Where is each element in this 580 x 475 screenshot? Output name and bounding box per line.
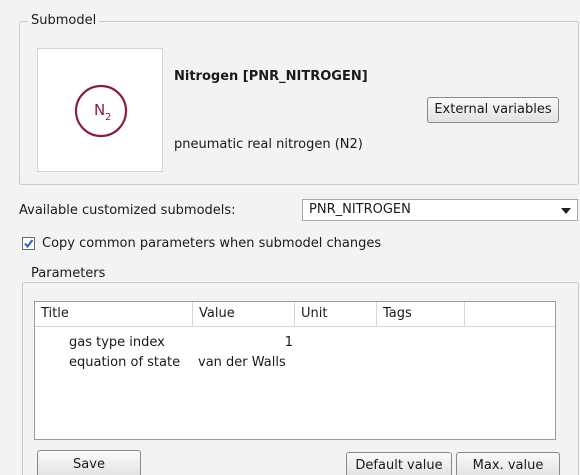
copy-params-checkbox[interactable]	[22, 237, 35, 250]
parameters-group-title: Parameters	[28, 266, 109, 282]
row-title: equation of state	[69, 355, 181, 370]
nitrogen-icon: N 2	[74, 84, 128, 138]
column-header-tags[interactable]: Tags	[377, 302, 465, 326]
submodel-dialog: Submodel N 2 Nitrogen [PNR_NITROGEN] pne…	[0, 0, 580, 475]
submodel-description: pneumatic real nitrogen (N2)	[174, 137, 363, 152]
customized-submodels-label: Available customized submodels:	[19, 203, 236, 218]
parameters-table-header: Title Value Unit Tags	[35, 302, 555, 327]
external-variables-button[interactable]: External variables	[427, 97, 559, 123]
max-value-button[interactable]: Max. value	[456, 452, 560, 475]
column-header-title[interactable]: Title	[35, 302, 193, 326]
default-value-button[interactable]: Default value	[346, 452, 452, 475]
parameters-table[interactable]: Title Value Unit Tags gas type index 1 e…	[34, 301, 556, 440]
copy-params-label: Copy common parameters when submodel cha…	[42, 236, 382, 251]
table-row[interactable]: gas type index 1	[35, 333, 555, 353]
icon-symbol: N	[94, 101, 105, 119]
submodel-icon-box: N 2	[37, 48, 163, 172]
checkmark-icon	[24, 239, 34, 249]
chevron-down-icon	[561, 208, 571, 214]
save-button[interactable]: Save	[37, 450, 141, 475]
row-value: 1	[284, 335, 293, 350]
table-row[interactable]: equation of state van der Walls	[35, 353, 555, 373]
icon-subscript: 2	[105, 112, 111, 123]
row-title: gas type index	[69, 335, 165, 350]
submodel-name: Nitrogen [PNR_NITROGEN]	[174, 69, 368, 84]
submodel-group-title: Submodel	[28, 13, 100, 29]
row-value: van der Walls	[198, 355, 286, 370]
column-header-value[interactable]: Value	[193, 302, 295, 326]
customized-submodels-select[interactable]: PNR_NITROGEN	[302, 199, 578, 221]
column-header-unit[interactable]: Unit	[295, 302, 377, 326]
customized-submodels-value: PNR_NITROGEN	[309, 202, 411, 217]
